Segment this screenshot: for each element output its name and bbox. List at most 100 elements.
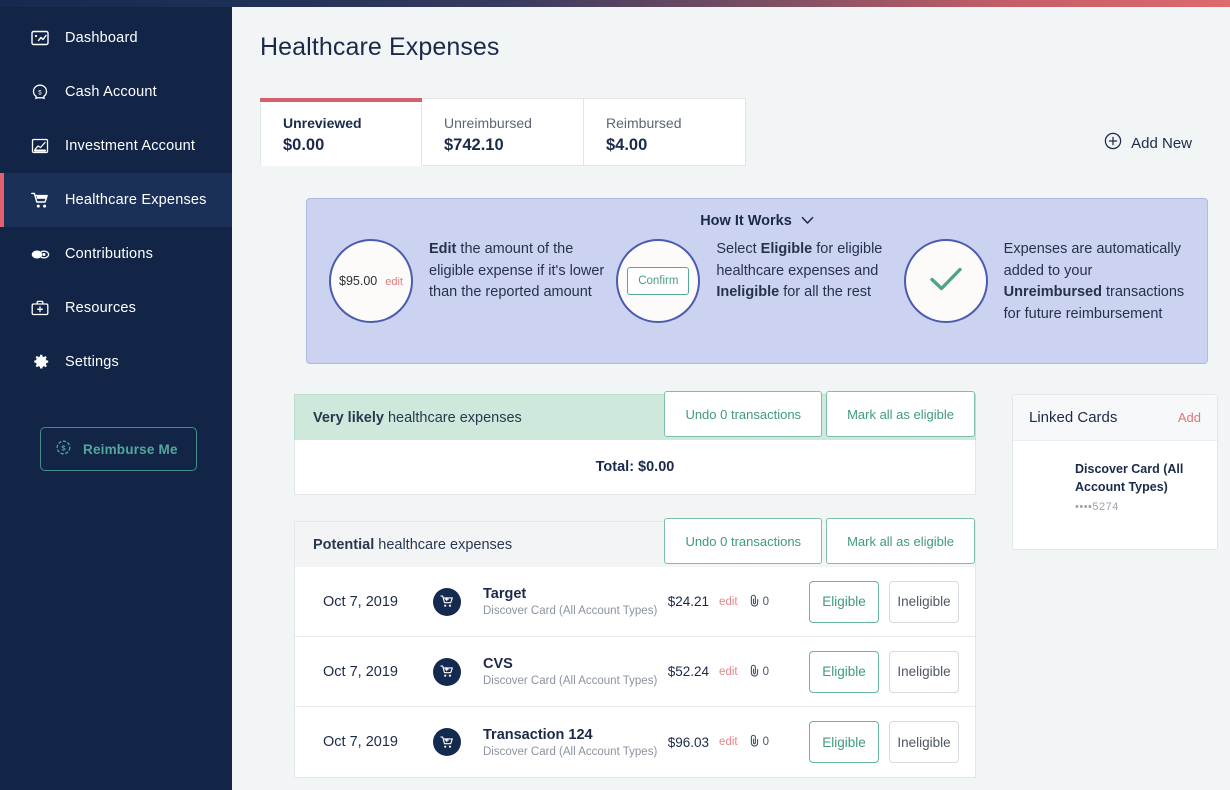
section-title-bold: Very likely [313, 410, 384, 426]
how-it-works-step-auto-add: Expenses are automatically added to your… [904, 239, 1185, 325]
tab-amount: $4.00 [606, 136, 745, 155]
attachment-count: 0 [763, 666, 769, 678]
transaction-edit-link[interactable]: edit [719, 736, 738, 748]
paperclip-icon [748, 733, 761, 751]
paperclip-icon [748, 593, 761, 611]
transaction-account: Discover Card (All Account Types) [483, 675, 668, 687]
shopping-cart-badge-icon [433, 658, 461, 686]
main-content: Healthcare Expenses Unreviewed $0.00 Unr… [232, 0, 1230, 790]
section-body: Total: $0.00 [294, 440, 976, 495]
transaction-account: Discover Card (All Account Types) [483, 605, 668, 617]
tab-amount: $742.10 [444, 136, 583, 155]
expenses-and-cards: Very likely healthcare expenses Undo 0 t… [294, 394, 1230, 790]
sidebar-item-dashboard[interactable]: Dashboard [0, 11, 232, 65]
sidebar: Dashboard $ Cash Account [0, 0, 232, 790]
transaction-account: Discover Card (All Account Types) [483, 746, 668, 758]
attachment-control[interactable]: 0 [748, 593, 769, 611]
sidebar-item-settings[interactable]: Settings [0, 335, 232, 389]
ineligible-button[interactable]: Ineligible [889, 721, 959, 763]
transaction-amount-group: $96.03 edit 0 [668, 733, 769, 751]
page-title: Healthcare Expenses [260, 33, 1230, 62]
app-root: Dashboard $ Cash Account [0, 0, 1230, 790]
tab-amount: $0.00 [283, 136, 421, 155]
check-badge [904, 239, 988, 323]
transaction-actions: Eligible Ineligible [809, 651, 959, 693]
attachment-count: 0 [763, 596, 769, 608]
transaction-edit-link[interactable]: edit [719, 666, 738, 678]
transaction-names: Transaction 124 Discover Card (All Accou… [483, 727, 668, 758]
tab-label: Reimbursed [606, 115, 745, 133]
tab-label: Unreimbursed [444, 115, 583, 133]
section-header: Potential healthcare expenses Undo 0 tra… [294, 521, 976, 567]
transaction-amount-group: $52.24 edit 0 [668, 663, 769, 681]
table-row[interactable]: Oct 7, 2019 Transaction 124 [295, 707, 975, 777]
linked-cards-header: Linked Cards Add [1013, 395, 1217, 441]
transaction-names: Target Discover Card (All Account Types) [483, 586, 668, 617]
tab-reimbursed[interactable]: Reimbursed $4.00 [584, 98, 746, 166]
transaction-amount: $24.21 [668, 594, 709, 609]
sidebar-item-cash-account[interactable]: $ Cash Account [0, 65, 232, 119]
sidebar-item-label: Dashboard [65, 30, 138, 46]
expense-status-tabs: Unreviewed $0.00 Unreimbursed $742.10 Re… [260, 98, 766, 166]
add-new-label: Add New [1131, 135, 1192, 152]
step-pre-text: Expenses are automatically added to your [1004, 241, 1181, 279]
transaction-amount: $96.03 [668, 735, 709, 750]
sidebar-item-label: Resources [65, 300, 136, 316]
attachment-control[interactable]: 0 [748, 663, 769, 681]
transaction-date: Oct 7, 2019 [323, 594, 423, 610]
dollar-circle-icon: $ [55, 439, 72, 459]
shopping-cart-badge-icon [433, 728, 461, 756]
table-row[interactable]: Oct 7, 2019 CVS [295, 637, 975, 707]
table-row[interactable]: Oct 7, 2019 Target [295, 567, 975, 637]
reimburse-me-label: Reimburse Me [83, 442, 178, 457]
transaction-merchant: CVS [483, 656, 668, 672]
shopping-cart-icon [29, 189, 51, 211]
section-total: Total: $0.00 [295, 440, 975, 494]
svg-text:$: $ [38, 90, 42, 96]
sidebar-item-contributions[interactable]: Contributions [0, 227, 232, 281]
transaction-amount-group: $24.21 edit 0 [668, 593, 769, 611]
ineligible-button[interactable]: Ineligible [889, 651, 959, 693]
tab-unreimbursed[interactable]: Unreimbursed $742.10 [422, 98, 584, 166]
edit-amount-badge: $95.00 edit [329, 239, 413, 323]
undo-transactions-button-potential[interactable]: Undo 0 transactions [664, 518, 822, 564]
tab-label: Unreviewed [283, 115, 421, 133]
ineligible-button[interactable]: Ineligible [889, 581, 959, 623]
eligible-button[interactable]: Eligible [809, 651, 879, 693]
sidebar-item-resources[interactable]: Resources [0, 281, 232, 335]
eligible-button[interactable]: Eligible [809, 721, 879, 763]
sidebar-item-label: Cash Account [65, 84, 157, 100]
undo-transactions-button-very-likely[interactable]: Undo 0 transactions [664, 391, 822, 437]
badge-edit-label: edit [385, 276, 403, 288]
mark-all-eligible-button-very-likely[interactable]: Mark all as eligible [826, 391, 975, 437]
mark-all-eligible-button-potential[interactable]: Mark all as eligible [826, 518, 975, 564]
sidebar-item-healthcare-expenses[interactable]: Healthcare Expenses [0, 173, 232, 227]
list-item[interactable]: Discover Card (All Account Types) ••••52… [1075, 461, 1201, 513]
shopping-cart-badge-icon [433, 588, 461, 616]
add-new-button[interactable]: Add New [1104, 132, 1192, 154]
section-title-rest: healthcare expenses [374, 537, 512, 553]
add-linked-card-button[interactable]: Add [1178, 410, 1201, 425]
attachment-count: 0 [763, 736, 769, 748]
svg-text:$: $ [61, 443, 66, 452]
section-title-rest: healthcare expenses [384, 410, 522, 426]
transaction-date: Oct 7, 2019 [323, 664, 423, 680]
sidebar-item-label: Healthcare Expenses [65, 192, 207, 208]
eligible-button[interactable]: Eligible [809, 581, 879, 623]
plus-circle-icon [1104, 132, 1122, 154]
badge-amount: $95.00 [339, 274, 377, 288]
dashboard-icon [29, 27, 51, 49]
how-it-works-step-text: Edit the amount of the eligible expense … [429, 239, 610, 304]
transaction-edit-link[interactable]: edit [719, 596, 738, 608]
attachment-control[interactable]: 0 [748, 733, 769, 751]
section-body: Oct 7, 2019 Target [294, 567, 976, 778]
tab-unreviewed[interactable]: Unreviewed $0.00 [260, 98, 422, 166]
sidebar-item-label: Investment Account [65, 138, 195, 154]
step-bold-eligible: Eligible [761, 241, 813, 257]
step-lead-word: Edit [429, 241, 456, 257]
reimburse-me-button[interactable]: $ Reimburse Me [40, 427, 197, 471]
sidebar-item-investment-account[interactable]: Investment Account [0, 119, 232, 173]
how-it-works-step-edit: $95.00 edit Edit the amount of the eligi… [329, 239, 610, 325]
money-transfer-icon [29, 243, 51, 265]
how-it-works-toggle[interactable]: How It Works [307, 213, 1207, 229]
